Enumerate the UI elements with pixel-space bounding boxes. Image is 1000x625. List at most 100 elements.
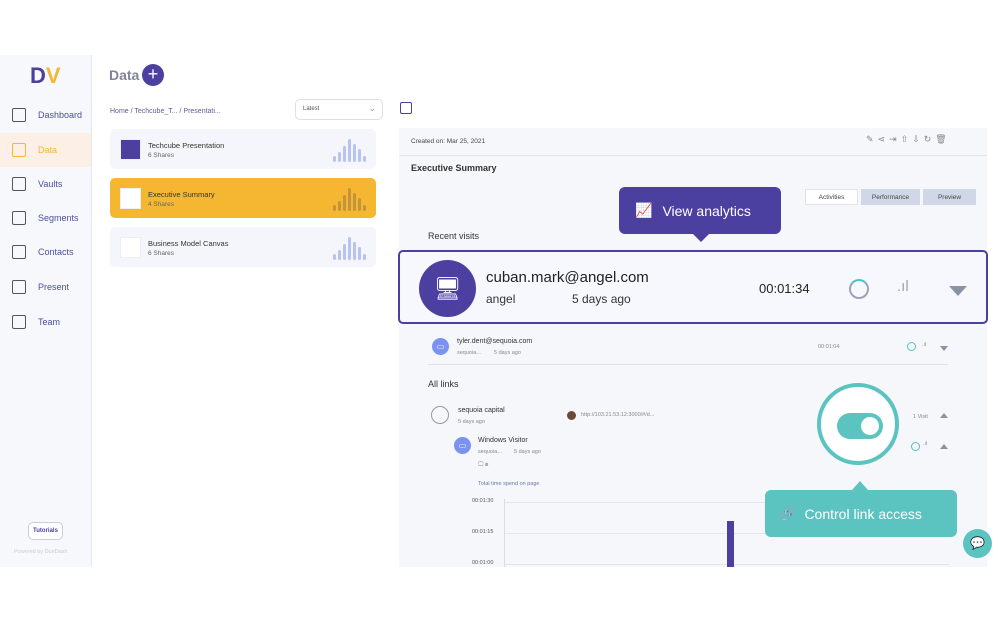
tab-performance[interactable]: Performance <box>861 189 920 205</box>
document-card[interactable]: Executive Summary 4 Shares <box>110 178 376 218</box>
document-shares: 6 Shares <box>148 152 175 159</box>
collapse-icon[interactable] <box>940 444 948 449</box>
visitor-email: cuban.mark@angel.com <box>486 269 649 286</box>
sidebar-item-team[interactable]: Team <box>0 305 91 339</box>
upload-icon[interactable]: ⇧ <box>901 134 913 144</box>
move-icon[interactable]: ⇥ <box>889 134 901 144</box>
visitor-name: Windows Visitor <box>478 437 528 444</box>
sidebar-item-label: Data <box>38 145 58 155</box>
y-tick-label: 00:01:00 <box>472 560 494 566</box>
link-access-toggle[interactable] <box>837 413 883 439</box>
chat-icon: 💬 <box>970 536 985 550</box>
progress-ring-icon <box>849 279 869 299</box>
contacts-icon <box>12 245 26 259</box>
share-icon[interactable]: ⋖ <box>878 134 890 144</box>
analytics-bars-icon[interactable] <box>333 139 366 162</box>
bottom-margin <box>0 567 1000 625</box>
y-tick-label: 00:01:15 <box>472 529 494 535</box>
page-title: Data <box>109 67 140 83</box>
logo[interactable]: DV <box>30 63 61 89</box>
visit-count: 1 Visit <box>913 414 928 420</box>
document-thumbnail <box>120 237 141 258</box>
sort-value: Latest <box>303 106 320 112</box>
chart-title: Total time spend on page <box>478 481 540 487</box>
chevron-down-icon: ⌄ <box>368 103 376 113</box>
visitor-email: tyler.dent@sequoia.com <box>457 338 533 345</box>
divider <box>428 364 948 365</box>
expand-icon[interactable] <box>949 286 967 296</box>
sidebar-item-present[interactable]: Present <box>0 270 91 304</box>
download-icon[interactable]: ⇩ <box>912 134 924 144</box>
visit-time: 5 days ago <box>572 292 631 306</box>
refresh-icon[interactable]: ↻ <box>924 134 936 144</box>
sidebar-item-label: Segments <box>38 213 79 223</box>
avatar <box>567 411 576 420</box>
link-name: sequoia capital <box>458 407 505 414</box>
expand-icon[interactable] <box>940 346 948 351</box>
chat-button[interactable]: 💬 <box>963 529 992 558</box>
tab-activities[interactable]: Activities <box>805 189 858 205</box>
document-title: Executive Summary <box>411 163 497 173</box>
document-name: Executive Summary <box>148 190 215 199</box>
view-analytics-tooltip: 📈 View analytics <box>619 187 781 242</box>
analytics-bars-icon[interactable] <box>333 237 366 260</box>
progress-ring-icon <box>907 342 916 351</box>
visit-time: 5 days ago <box>514 449 541 455</box>
collapse-icon[interactable] <box>940 413 948 418</box>
sidebar-item-vaults[interactable]: Vaults <box>0 167 91 201</box>
analytics-icon[interactable]: .ıl <box>897 278 909 295</box>
sidebar-item-label: Dashboard <box>38 110 83 120</box>
sidebar-item-label: Team <box>38 317 61 327</box>
y-tick-label: 00:01:30 <box>472 498 494 504</box>
link-access-highlight <box>817 383 899 465</box>
sidebar-item-label: Contacts <box>38 247 74 257</box>
monitor-icon: ▭ <box>432 338 449 355</box>
visit-row-highlighted[interactable]: 🖥 cuban.mark@angel.com angel 5 days ago … <box>398 250 988 324</box>
analytics-icon[interactable]: .ıl <box>922 342 926 348</box>
present-icon <box>12 280 26 294</box>
document-card[interactable]: Techcube Presentation 6 Shares <box>110 129 376 169</box>
tooltip-text: Control link access <box>804 505 922 522</box>
tutorials-button[interactable]: Tutorials <box>28 522 63 540</box>
document-shares: 4 Shares <box>148 201 175 208</box>
data-icon <box>12 143 26 157</box>
analytics-bars-icon[interactable] <box>333 188 366 211</box>
edit-icon[interactable]: ✎ <box>866 134 878 144</box>
sort-select[interactable]: Latest ⌄ <box>295 99 383 120</box>
toolbar: ✎⋖⇥⇧⇩↻🗑 <box>866 134 951 145</box>
document-name: Business Model Canvas <box>148 239 229 248</box>
control-link-access-tooltip: 🔗 Control link access <box>765 481 957 537</box>
tooltip-text: View analytics <box>662 202 751 219</box>
sidebar-item-dashboard[interactable]: Dashboard <box>0 98 91 132</box>
sidebar-item-label: Vaults <box>38 179 63 189</box>
device-os-icons: 🖵 ⊞ <box>478 462 489 468</box>
sidebar: DV Dashboard Data Vaults Segments Contac… <box>0 55 92 567</box>
divider <box>399 155 987 156</box>
created-date: Created on: Mar 25, 2021 <box>411 138 486 145</box>
visitor-org: angel <box>486 292 516 306</box>
collapse-panel-icon[interactable] <box>400 102 412 114</box>
trash-icon[interactable]: 🗑 <box>935 134 950 144</box>
recent-visits-heading: Recent visits <box>428 231 480 241</box>
team-icon <box>12 315 26 329</box>
breadcrumb[interactable]: Home / Techcube_T... / Presentati... <box>110 108 221 115</box>
sidebar-item-label: Present <box>38 282 70 292</box>
sidebar-item-contacts[interactable]: Contacts <box>0 235 91 269</box>
analytics-icon[interactable]: .ıl <box>923 441 927 447</box>
add-button[interactable]: + <box>142 64 164 86</box>
link-url[interactable]: http://103.21.53.12:3000/#/d... <box>581 412 654 418</box>
document-shares: 6 Shares <box>148 250 175 257</box>
sidebar-item-data[interactable]: Data <box>0 133 91 167</box>
chart-bar <box>727 520 734 567</box>
visitor-org: sequoia... <box>457 350 481 356</box>
all-links-heading: All links <box>428 379 459 389</box>
vault-icon <box>12 177 26 191</box>
sidebar-item-segments[interactable]: Segments <box>0 201 91 235</box>
document-card[interactable]: Business Model Canvas 6 Shares <box>110 227 376 267</box>
monitor-icon: ▭ <box>454 437 471 454</box>
powered-by: Powered by DueDash <box>14 549 68 555</box>
segments-icon <box>12 211 26 225</box>
tab-preview[interactable]: Preview <box>923 189 976 205</box>
document-thumbnail <box>120 188 141 209</box>
link-icon: 🔗 <box>779 505 797 521</box>
